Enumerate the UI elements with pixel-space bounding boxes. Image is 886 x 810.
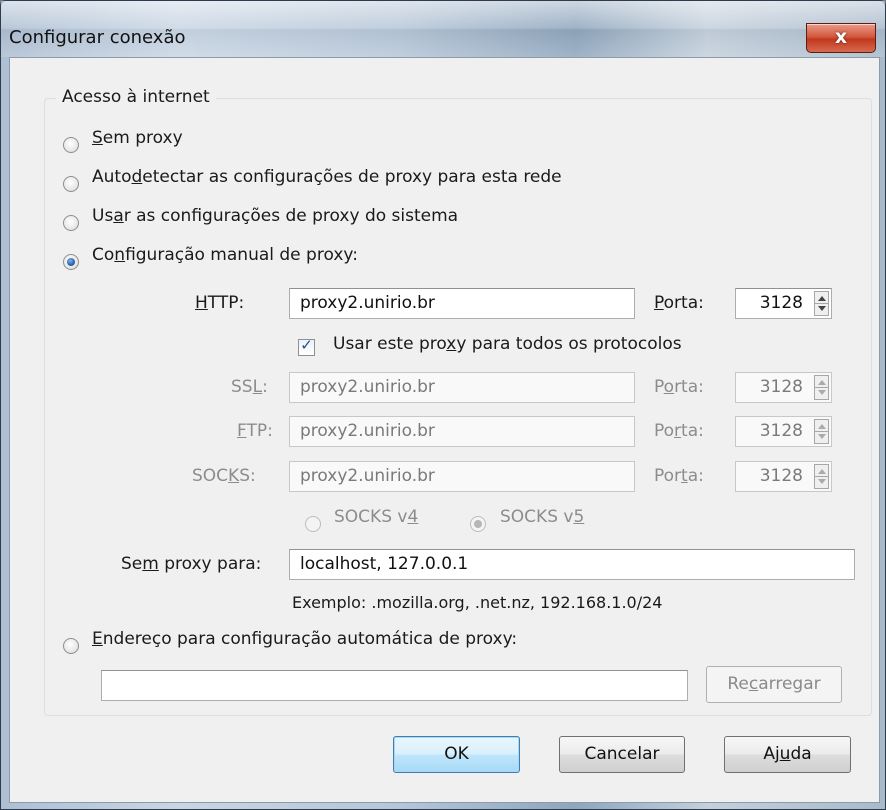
manual-proxy-radio[interactable] [63,254,79,270]
system-proxy-label[interactable]: Usar as configurações de proxy do sistem… [92,206,458,226]
ssl-port-value: 3128 [759,377,803,397]
dialog-body: Acesso à internet Sem proxy Autodetectar… [9,57,880,803]
window-title: Configurar conexão [9,27,186,48]
ssl-port-label: Porta: [654,377,704,397]
ftp-port-input[interactable]: 3128 [735,416,832,447]
http-label: HTTP: [195,293,245,313]
cancel-button[interactable]: Cancelar [559,736,685,773]
no-proxy-radio[interactable] [63,137,79,153]
autodetect-label[interactable]: Autodetectar as configurações de proxy p… [92,167,562,187]
socks-port-label: Porta: [654,466,704,486]
autoconfig-url-input[interactable] [101,670,688,701]
ftp-port-label: Porta: [654,421,704,441]
no-proxy-label[interactable]: Sem proxy [92,128,183,148]
autodetect-radio[interactable] [63,176,79,192]
socks-v5-label[interactable]: SOCKS v5 [500,507,584,527]
use-same-proxy-checkbox[interactable]: ✓ [298,336,315,356]
manual-proxy-label[interactable]: Configuração manual de proxy: [92,245,358,265]
http-port-spinner[interactable] [814,291,829,316]
socks-v4-radio[interactable] [305,516,321,532]
autoconfig-label[interactable]: Endereço para configuração automática de… [92,629,517,649]
no-proxy-for-label: Sem proxy para: [121,554,262,574]
use-same-proxy-label[interactable]: Usar este proxy para todos os protocolos [333,334,682,354]
help-button[interactable]: Ajuda [724,736,851,773]
no-proxy-for-input[interactable]: localhost, 127.0.0.1 [289,549,855,580]
ftp-port-spinner[interactable] [814,419,829,444]
dialog-window: Configurar conexão x Acesso à internet S… [0,0,886,810]
system-proxy-radio[interactable] [63,215,79,231]
ssl-proxy-input[interactable]: proxy2.unirio.br [289,372,635,403]
socks-port-input[interactable]: 3128 [735,461,832,492]
socks-proxy-input[interactable]: proxy2.unirio.br [289,461,635,492]
ftp-proxy-input[interactable]: proxy2.unirio.br [289,416,635,447]
ok-button[interactable]: OK [393,736,520,773]
ftp-port-value: 3128 [759,421,803,441]
socks-label: SOCKS: [192,466,256,486]
close-button[interactable]: x [806,23,876,53]
internet-access-group [44,98,872,716]
ftp-label: FTP: [237,421,273,441]
ssl-port-input[interactable]: 3128 [735,372,832,403]
socks-port-spinner[interactable] [814,464,829,489]
group-legend: Acesso à internet [56,87,216,107]
http-port-label: Porta: [654,293,704,313]
http-port-value: 3128 [759,293,803,313]
title-bar[interactable]: Configurar conexão x [1,1,885,57]
socks-v4-label[interactable]: SOCKS v4 [334,507,418,527]
socks-v5-radio[interactable] [470,516,486,532]
http-port-input[interactable]: 3128 [735,288,832,319]
no-proxy-example: Exemplo: .mozilla.org, .net.nz, 192.168.… [292,593,663,612]
socks-port-value: 3128 [759,466,803,486]
ssl-label: SSL: [231,377,268,397]
close-icon: x [834,26,848,48]
reload-button[interactable]: Recarregar [706,666,842,703]
autoconfig-radio[interactable] [63,638,79,654]
checkmark-icon: ✓ [300,336,313,354]
ssl-port-spinner[interactable] [814,375,829,400]
http-proxy-input[interactable]: proxy2.unirio.br [289,288,635,319]
